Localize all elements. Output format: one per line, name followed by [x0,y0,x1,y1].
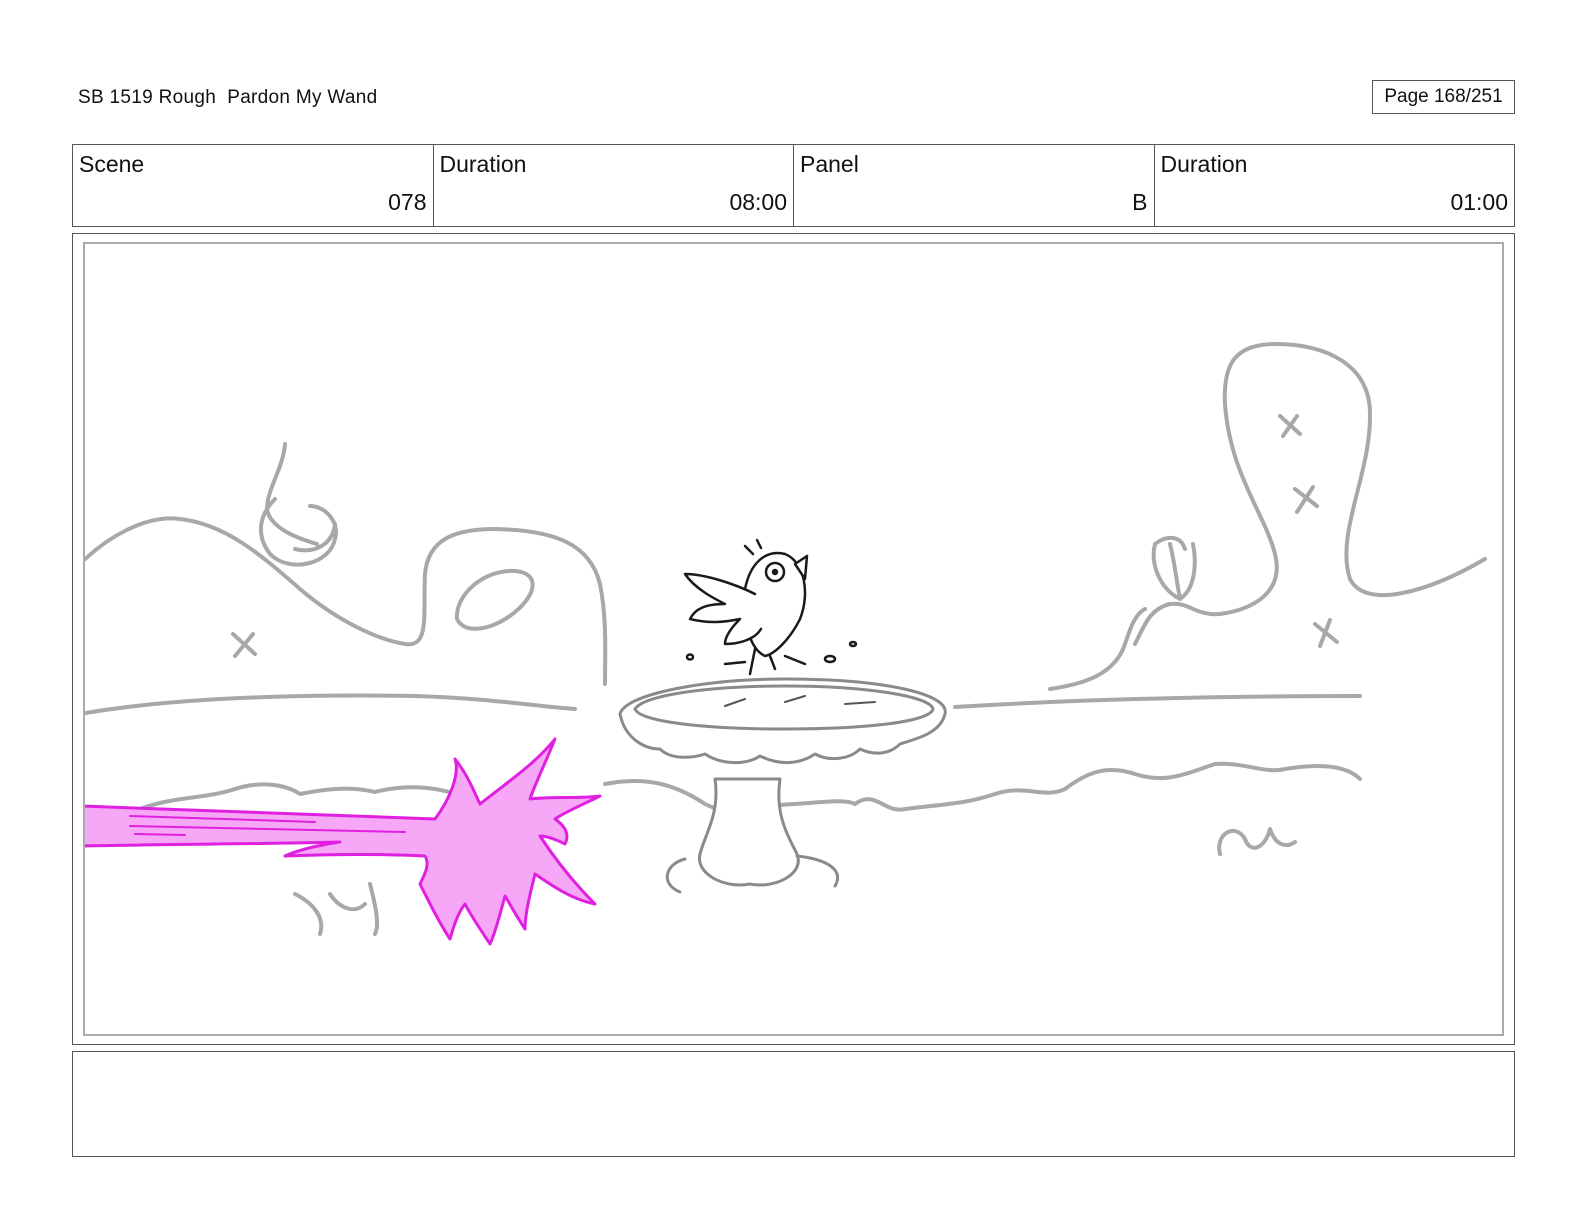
panel-duration-cell: Duration 01:00 [1155,145,1515,226]
panel-duration-value: 01:00 [1450,189,1508,215]
grass-tuft-right [1217,827,1297,856]
bird-sketch [683,538,858,676]
ground-line-right [953,694,1362,709]
panel-duration-label: Duration [1160,151,1248,177]
right-shrub-sketch [1151,535,1197,601]
x-mark-right-2 [1293,485,1319,514]
right-hill-sketch [1048,607,1147,691]
x-mark-right-3 [1313,618,1339,648]
smoke-sketch [258,442,338,567]
panel-value: B [1132,189,1148,215]
storyboard-panel-drawing [83,242,1504,1036]
magic-beam-sketch [85,737,602,946]
scene-label: Scene [79,151,145,177]
oval-rock-sketch [454,568,535,631]
page-number-badge: Page 168/251 [1372,80,1515,114]
grass-sketch-right [853,761,1362,812]
panel-notes-box [72,1051,1515,1157]
scene-duration-label: Duration [439,151,527,177]
grass-tuft-left [293,882,380,936]
scene-cell: Scene 078 [73,145,434,226]
scene-duration-value: 08:00 [729,189,787,215]
panel-label: Panel [800,151,859,177]
ground-line-left [85,693,577,716]
scene-value: 078 [388,189,427,215]
scene-info-row: Scene 078 Duration 08:00 Panel B Duratio… [72,144,1515,227]
x-mark-left [231,632,257,658]
panel-cell: Panel B [794,145,1155,226]
panel-sketch [85,342,1487,946]
grass-sketch-left [138,782,457,811]
scene-duration-cell: Duration 08:00 [434,145,794,226]
magic-blast [85,737,602,946]
storyboard-panel-frame [72,233,1515,1045]
x-mark-right-1 [1278,414,1302,438]
storyboard-title: SB 1519 Rough Pardon My Wand [78,87,378,108]
